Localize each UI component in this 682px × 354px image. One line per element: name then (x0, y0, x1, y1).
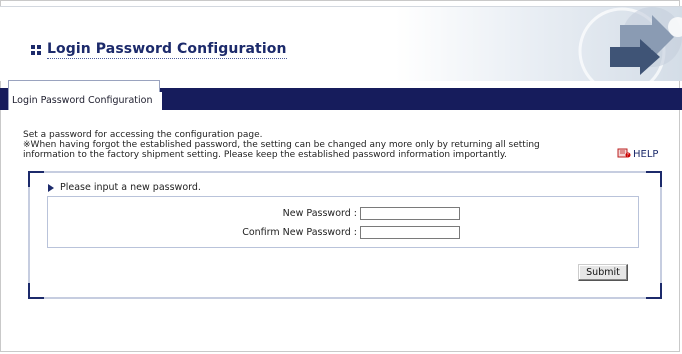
help-label[interactable]: HELP (633, 149, 658, 160)
description-line-3: information to the factory shipment sett… (23, 150, 507, 160)
new-password-field[interactable] (360, 207, 460, 220)
confirm-password-row: Confirm New Password : (227, 226, 460, 239)
description-line-2: ※When having forgot the established pass… (23, 140, 540, 150)
help-link[interactable]: ? HELP (617, 147, 658, 162)
panel-border-right (660, 187, 662, 283)
panel-corner-bottom-right (646, 283, 662, 299)
panel-corner-bottom-left (28, 283, 44, 299)
panel-border-top (44, 171, 646, 173)
confirm-password-field[interactable] (360, 226, 460, 239)
new-password-label: New Password : (282, 208, 357, 219)
panel-border-left (28, 187, 30, 283)
page-title-text: Login Password Configuration (47, 41, 287, 59)
panel-corner-top-right (646, 171, 662, 187)
arrow-right-icon (48, 183, 54, 192)
form-prompt: Please input a new password. (48, 182, 201, 193)
svg-text:?: ? (627, 153, 629, 158)
submit-button[interactable]: Submit (578, 264, 628, 281)
description-line-1: Set a password for accessing the configu… (23, 130, 263, 140)
panel-border-bottom (44, 297, 646, 299)
password-fields-box (47, 196, 639, 248)
description: Set a password for accessing the configu… (23, 130, 540, 160)
tab-label[interactable]: Login Password Configuration (10, 92, 162, 110)
grid-icon (31, 45, 41, 55)
form-prompt-text: Please input a new password. (60, 182, 201, 193)
page-title: Login Password Configuration (31, 41, 287, 59)
decorative-arrows-graphic (502, 7, 682, 81)
help-book-icon: ? (617, 147, 631, 162)
panel-corner-top-left (28, 171, 44, 187)
new-password-row: New Password : (227, 207, 460, 220)
confirm-password-label: Confirm New Password : (242, 227, 357, 238)
